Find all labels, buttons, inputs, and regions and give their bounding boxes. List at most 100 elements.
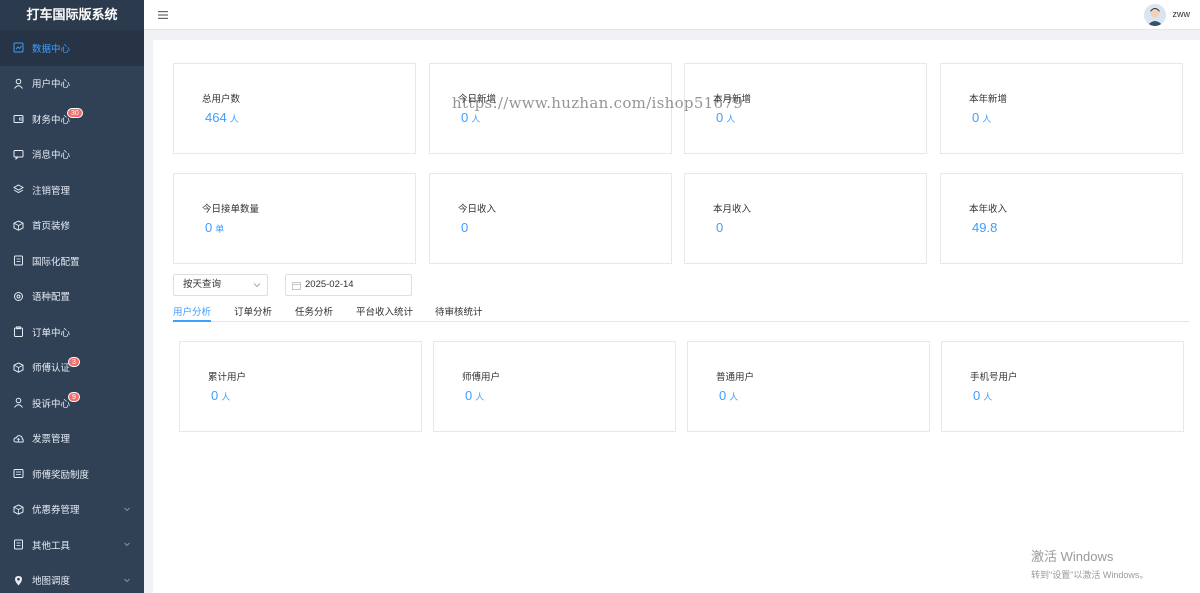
stat-label: 今日接单数量: [202, 204, 260, 215]
stat-card: 本年新增 0 人: [940, 63, 1183, 154]
stat-card: 今日接单数量 0 单: [173, 173, 416, 264]
stat-unit: 人: [729, 392, 739, 402]
stat-value-wrap: 49.8: [972, 220, 997, 235]
document-icon: [13, 255, 24, 266]
user-stat-card: 师傅用户 0 人: [433, 341, 676, 432]
gear-icon: [13, 291, 24, 302]
username[interactable]: zww: [1173, 9, 1191, 19]
stat-value: 0: [461, 110, 469, 125]
tab-4[interactable]: 待审核统计: [435, 304, 483, 322]
stat-unit: 人: [229, 114, 239, 124]
stat-card: 本年收入 49.8: [940, 173, 1183, 264]
sidebar-item-label: 其他工具: [32, 540, 71, 552]
stat-value: 49.8: [972, 220, 998, 235]
sidebar-item-14[interactable]: 其他工具: [0, 527, 144, 563]
sidebar-item-1[interactable]: 用户中心: [0, 66, 144, 102]
sidebar-item-label: 首页装修: [32, 221, 71, 233]
stat-value: 0: [465, 388, 473, 403]
sidebar: 打车国际版系统 数据中心 用户中心 财务中心 30 消息中心 注销管理 首页装修 国际化配置语…: [0, 0, 144, 593]
stat-value: 464: [205, 110, 227, 125]
stat-value: 0: [716, 220, 724, 235]
sidebar-item-3[interactable]: 消息中心: [0, 137, 144, 173]
sidebar-item-label: 消息中心: [32, 150, 71, 162]
query-mode-value: 按天查询: [183, 279, 222, 290]
sidebar-item-5[interactable]: 首页装修: [0, 208, 144, 244]
watermark: https://www.huzhan.com/ishop51679: [452, 94, 744, 112]
sidebar-item-13[interactable]: 优惠券管理: [0, 492, 144, 528]
stat-unit: 人: [475, 392, 485, 402]
windows-activation-notice: 激活 Windows 转到"设置"以激活 Windows。: [1031, 546, 1148, 581]
user-icon: [13, 78, 24, 89]
tab-0[interactable]: 用户分析: [173, 304, 212, 322]
sidebar-item-15[interactable]: 地图调度: [0, 563, 144, 593]
user-stat-card: 普通用户 0 人: [687, 341, 930, 432]
sidebar-item-8[interactable]: 订单中心: [0, 314, 144, 350]
stat-value: 0: [972, 110, 980, 125]
stat-value: 0: [719, 388, 727, 403]
tab-2[interactable]: 任务分析: [295, 304, 333, 322]
stat-label: 总用户数: [202, 94, 241, 105]
stat-unit: 人: [221, 392, 231, 402]
message-icon: [13, 149, 24, 160]
sidebar-item-6[interactable]: 国际化配置: [0, 243, 144, 279]
stat-value-wrap: 0: [716, 220, 723, 235]
activation-title: 激活 Windows: [1031, 549, 1114, 564]
stat-unit: 人: [471, 114, 481, 124]
sidebar-item-label: 投诉中心: [32, 398, 71, 410]
sidebar-item-12[interactable]: 师傅奖励制度: [0, 456, 144, 492]
stat-card: 今日收入 0: [429, 173, 672, 264]
avatar[interactable]: [1144, 4, 1166, 26]
stat-value-wrap: 0人: [461, 110, 480, 125]
stat-value-wrap: 0单: [205, 220, 224, 235]
hamburger-icon[interactable]: [157, 9, 169, 21]
notification-badge: 3: [68, 356, 80, 367]
tab-3[interactable]: 平台收入统计: [356, 304, 413, 322]
user-stat-card: 手机号用户 0 人: [941, 341, 1184, 432]
sidebar-item-label: 地图调度: [32, 576, 71, 588]
clipboard-icon: [13, 326, 24, 338]
stat-value-wrap: 0: [461, 220, 468, 235]
stat-label: 手机号用户: [970, 372, 1018, 383]
sidebar-item-10[interactable]: 投诉中心 9: [0, 385, 144, 421]
date-value: 2025-02-14: [305, 279, 354, 290]
chevron-down-icon: [124, 542, 130, 547]
stat-value: 0: [461, 220, 469, 235]
box-icon: [13, 220, 24, 231]
stat-unit: 单: [215, 224, 225, 234]
stat-label: 师傅用户: [462, 372, 501, 383]
sidebar-item-0[interactable]: 数据中心: [0, 30, 144, 66]
stat-card: 本月收入 0: [684, 173, 927, 264]
document-icon: [13, 539, 24, 550]
dashboard-icon: [13, 42, 24, 53]
stat-value-wrap: 464 人: [205, 110, 239, 125]
sidebar-menu: 数据中心 用户中心 财务中心 30 消息中心 注销管理 首页装修 国际化配置 语种配置 订单中心师…: [0, 30, 144, 593]
stat-label: 今日收入: [458, 204, 497, 215]
stat-label: 本月收入: [713, 204, 752, 215]
sidebar-item-9[interactable]: 师傅认证 3: [0, 350, 144, 386]
box-icon: [13, 504, 24, 515]
sidebar-item-11[interactable]: 发票管理: [0, 421, 144, 457]
sidebar-item-label: 用户中心: [32, 79, 71, 91]
sidebar-item-label: 语种配置: [32, 292, 71, 304]
tab-1[interactable]: 订单分析: [234, 304, 272, 322]
sidebar-item-4[interactable]: 注销管理: [0, 172, 144, 208]
stat-value-wrap: 0人: [716, 110, 735, 125]
sidebar-item-label: 优惠券管理: [32, 505, 80, 517]
location-icon: [13, 575, 24, 586]
stat-value: 0: [973, 388, 981, 403]
sidebar-item-7[interactable]: 语种配置: [0, 279, 144, 315]
date-picker[interactable]: 2025-02-14: [285, 274, 412, 296]
cloud-upload-icon: [13, 433, 24, 444]
box-icon: [13, 362, 24, 373]
sidebar-item-label: 发票管理: [32, 434, 71, 446]
stat-unit: 人: [983, 392, 993, 402]
sidebar-item-label: 国际化配置: [32, 256, 80, 268]
wallet-icon: [13, 113, 24, 124]
sidebar-item-2[interactable]: 财务中心 30: [0, 101, 144, 137]
sidebar-item-label: 数据中心: [32, 43, 71, 55]
list-icon: [13, 468, 24, 479]
query-mode-select[interactable]: 按天查询: [173, 274, 268, 296]
notification-badge: 9: [68, 392, 80, 402]
layers-icon: [13, 184, 24, 195]
analysis-tabs: 用户分析 订单分析 任务分析 平台收入统计 待审核统计: [173, 300, 1189, 322]
